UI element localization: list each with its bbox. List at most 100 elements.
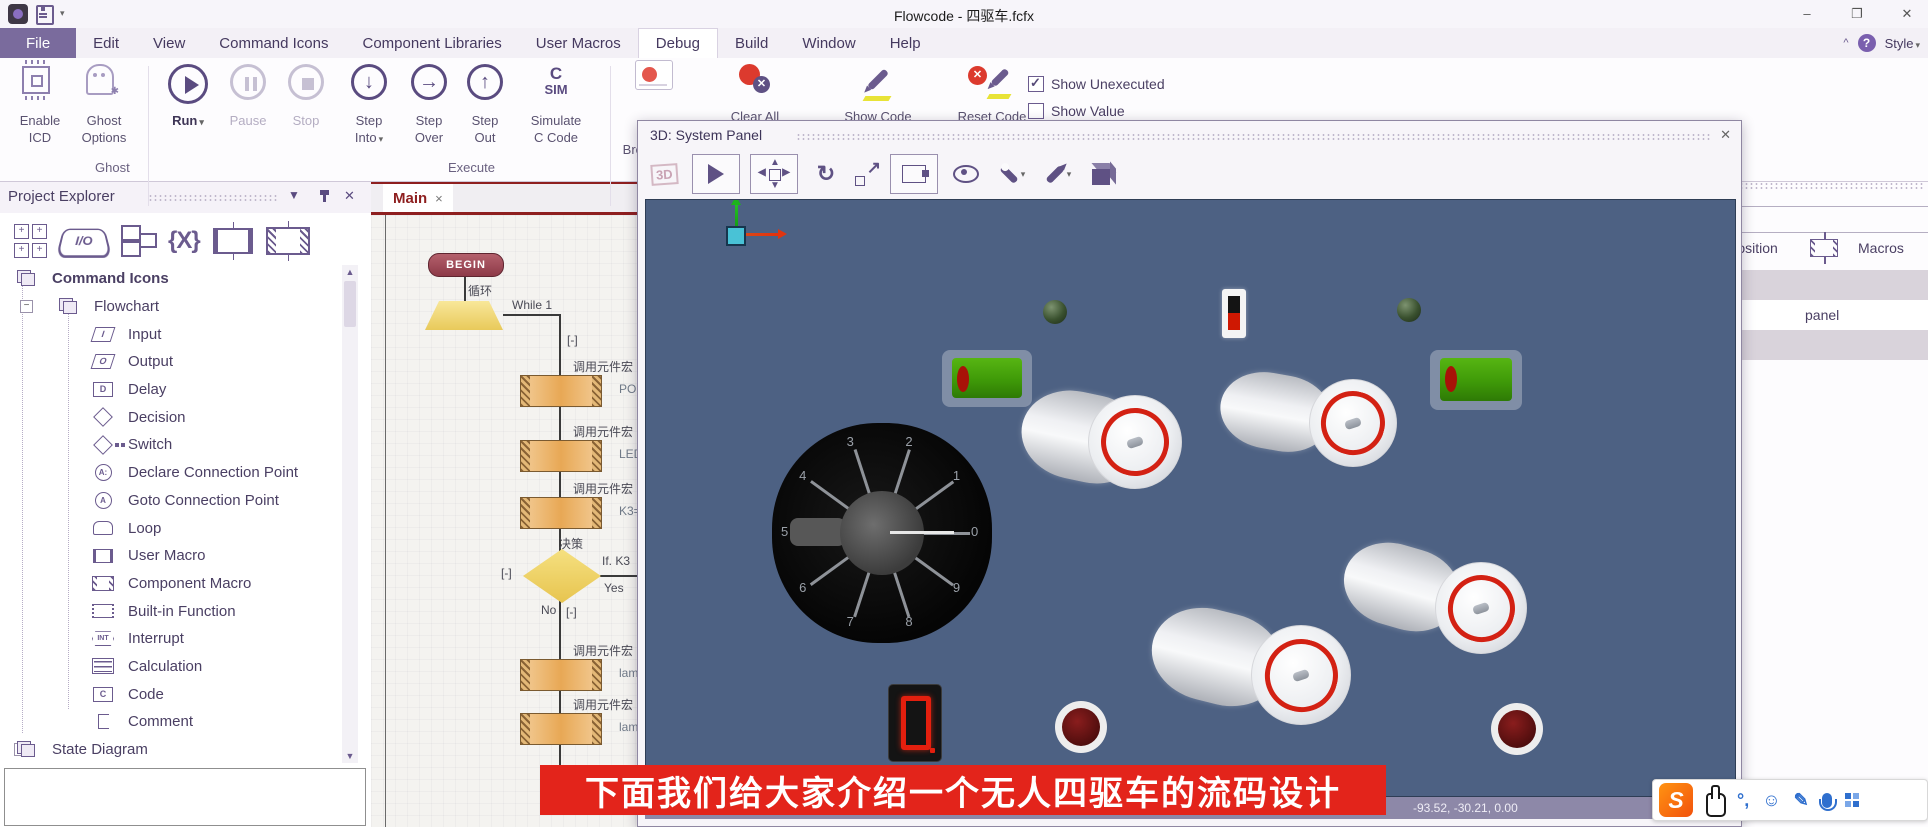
visibility-eye-icon[interactable] (948, 155, 984, 193)
sogou-input-icon[interactable]: S (1659, 783, 1693, 817)
while-loop-block[interactable] (425, 301, 503, 330)
style-button[interactable]: Style (1885, 36, 1920, 51)
expand-all-icon[interactable]: ++++ (14, 223, 47, 259)
tree-item-icon (12, 270, 42, 288)
select-mode-button[interactable] (692, 154, 740, 194)
push-button-3d[interactable] (1055, 701, 1107, 753)
minimize-button[interactable]: – (1792, 4, 1822, 24)
begin-block[interactable]: BEGIN (428, 253, 504, 277)
stop-icon (288, 64, 324, 100)
microphone-icon[interactable] (1822, 793, 1832, 808)
component-macro-block[interactable] (520, 440, 602, 472)
origin-cube (726, 226, 746, 246)
scrollbar-thumb[interactable] (344, 281, 356, 327)
tab-close-icon[interactable]: × (435, 191, 443, 206)
component-macro-icon[interactable] (266, 227, 310, 255)
panel-dropdown-icon[interactable]: ▼ (288, 188, 300, 202)
tools-wrench-icon[interactable] (994, 155, 1030, 193)
tree-item[interactable]: A: Declare Connection Point (0, 459, 340, 487)
toggle-switch-3d[interactable] (1222, 289, 1246, 338)
component-macro-block[interactable] (520, 497, 602, 529)
scroll-down-icon[interactable]: ▼ (342, 751, 358, 761)
tree-item[interactable]: Comment (0, 708, 340, 736)
drag-handle[interactable] (796, 133, 1711, 141)
scroll-up-icon[interactable]: ▲ (342, 267, 358, 277)
show-unexecuted-checkbox[interactable]: Show Unexecuted (1028, 76, 1165, 92)
ribbon-collapse-icon[interactable]: ^ (1843, 37, 1848, 49)
led-bar-3d[interactable] (942, 350, 1032, 407)
3d-viewport[interactable]: 0123456789 (645, 199, 1736, 797)
ime-punctuation-toggle[interactable]: °, (1737, 790, 1749, 811)
while-condition-label: While 1 (512, 298, 552, 312)
component-macro-block[interactable] (520, 659, 602, 691)
3d-panel-title-bar[interactable]: 3D: System Panel ✕ (638, 121, 1741, 151)
tree-item[interactable]: − Flowchart (0, 293, 340, 321)
tree-item[interactable]: Decision (0, 403, 340, 431)
highlight-icon (863, 96, 892, 101)
collapse-marker[interactable]: [-] (566, 605, 577, 619)
panel-close-icon[interactable]: ✕ (344, 188, 355, 204)
tree-item[interactable]: C Code (0, 680, 340, 708)
menu-item[interactable]: File (0, 28, 76, 58)
menu-item[interactable]: Help (873, 28, 938, 58)
push-button-3d[interactable] (1491, 703, 1543, 755)
menu-item[interactable]: Debug (638, 28, 718, 58)
tree-item[interactable]: Built-in Function (0, 597, 340, 625)
keyboard-grid-icon[interactable] (1845, 793, 1859, 807)
component-macro-block[interactable] (520, 375, 602, 407)
menu-item[interactable]: Command Icons (202, 28, 345, 58)
menu-item[interactable]: Component Libraries (346, 28, 519, 58)
menu-item[interactable]: View (136, 28, 202, 58)
led-bar-3d[interactable] (1430, 350, 1522, 410)
tree-item[interactable]: Command Icons (0, 265, 340, 293)
menu-item[interactable]: Edit (76, 28, 136, 58)
tree-scrollbar[interactable]: ▲ ▼ (342, 265, 358, 763)
material-cube-icon[interactable] (1086, 155, 1122, 193)
collapse-marker[interactable]: [-] (567, 333, 578, 347)
component-macro-block[interactable] (520, 713, 602, 745)
expander-icon[interactable]: − (20, 300, 33, 313)
emoji-icon[interactable]: ☺ (1762, 790, 1780, 811)
rotary-dial[interactable]: 0123456789 (772, 423, 992, 643)
io-icon[interactable]: I/O (56, 229, 113, 258)
tree-item[interactable]: O Output (0, 348, 340, 376)
tree-item[interactable]: A Goto Connection Point (0, 487, 340, 515)
pan-mode-button[interactable]: ▲▼◀▶ (750, 154, 798, 194)
windows-icon[interactable] (121, 225, 155, 257)
restore-button[interactable]: ❐ (1842, 4, 1872, 24)
help-icon[interactable]: ? (1858, 34, 1876, 52)
tree-item[interactable]: − State Diagram (0, 736, 340, 764)
menu-item[interactable]: Build (718, 28, 785, 58)
led-sphere[interactable] (1397, 298, 1421, 322)
tree-item[interactable]: User Macro (0, 542, 340, 570)
pen-icon[interactable]: ✎ (1794, 790, 1809, 811)
pin-icon[interactable] (323, 190, 326, 202)
call-macro-value: lam (619, 720, 638, 734)
led-sphere[interactable] (1043, 300, 1067, 324)
flowchart-canvas[interactable]: BEGIN 循环 While 1 [-] 调用元件宏 PO 调用元件宏 LED … (371, 215, 640, 827)
rotate-view-icon[interactable]: ↻ (808, 155, 844, 193)
show-value-checkbox[interactable]: Show Value (1028, 103, 1125, 119)
tree-item[interactable]: INT Interrupt (0, 625, 340, 653)
3d-panel-close-icon[interactable]: ✕ (1720, 127, 1731, 143)
decision-block[interactable] (523, 549, 601, 603)
tree-item[interactable]: Loop (0, 514, 340, 542)
tree-item[interactable]: D Delay (0, 376, 340, 404)
tree-item[interactable]: I Input (0, 320, 340, 348)
variables-icon[interactable]: {X} (168, 223, 200, 259)
tab-main[interactable]: Main × (383, 184, 453, 212)
menu-item[interactable]: User Macros (519, 28, 638, 58)
collapse-marker[interactable]: [-] (501, 566, 512, 580)
tree-item[interactable]: Calculation (0, 653, 340, 681)
tree-item[interactable]: Switch (0, 431, 340, 459)
tab-macros[interactable]: Macros (1858, 240, 1904, 256)
tree-item[interactable]: Component Macro (0, 570, 340, 598)
paint-brush-icon[interactable] (1040, 155, 1076, 193)
close-button[interactable]: ✕ (1892, 4, 1922, 24)
dial-knob-stub (790, 518, 846, 546)
clip-plane-button[interactable] (890, 154, 938, 194)
user-macro-icon[interactable] (213, 228, 253, 254)
zoom-extents-icon[interactable]: ↗ (854, 161, 880, 187)
drag-handle[interactable] (148, 194, 278, 202)
menu-item[interactable]: Window (785, 28, 872, 58)
